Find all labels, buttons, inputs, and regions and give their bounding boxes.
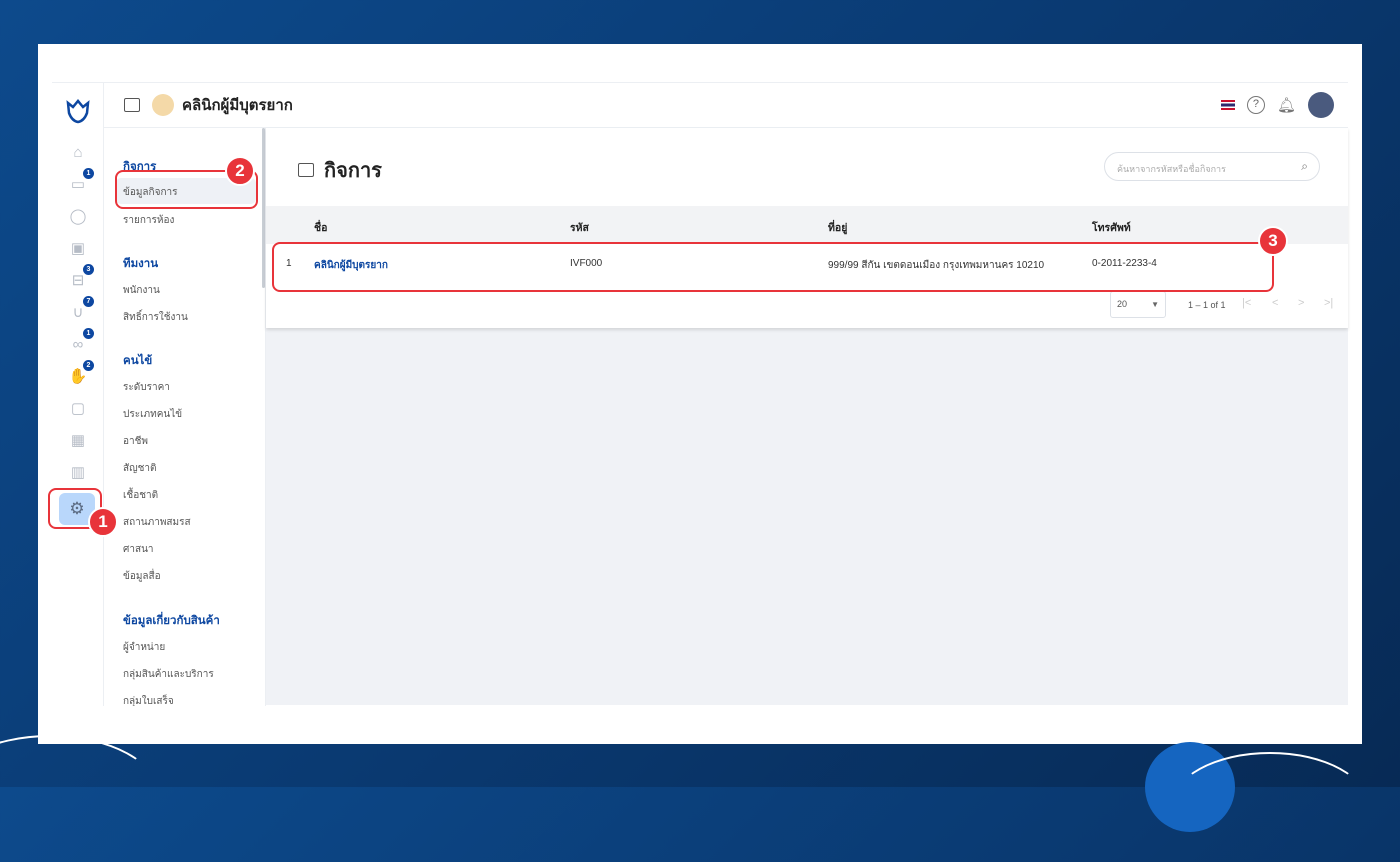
menu-item-rooms[interactable]: รายการห้อง [123, 213, 174, 228]
menu-section-title: ทีมงาน [123, 258, 159, 270]
thai-flag-icon[interactable] [1220, 100, 1235, 110]
box-icon[interactable]: ▢ [66, 397, 90, 421]
badge: 2 [83, 360, 94, 371]
page-size-value: 20 [1117, 299, 1128, 309]
callout-number: 3 [1258, 226, 1288, 256]
menu-item[interactable]: กลุ่มสินค้าและบริการ [123, 667, 214, 682]
badge: 1 [83, 168, 94, 179]
decorative-wave [1170, 752, 1370, 862]
menu-section-title: คนไข้ [123, 355, 153, 367]
home-icon[interactable]: ⌂ [66, 141, 90, 165]
calendar-icon[interactable]: ▭ 1 [66, 168, 94, 197]
lab-icon[interactable]: ∞ 1 [66, 328, 94, 357]
column-header: ที่อยู่ [828, 222, 848, 234]
pagination: 20 ▼ 1 – 1 of 1 |< < > >| [1088, 288, 1348, 318]
report-icon[interactable]: ▥ [66, 461, 90, 485]
chart-board-icon[interactable]: ▣ [66, 237, 90, 261]
search-icon[interactable]: ⌕ [1301, 159, 1308, 174]
caret-down-icon: ▼ [1151, 300, 1159, 309]
top-header: คลินิกผู้มีบุตรยาก ? 🔔︎ [104, 83, 1348, 128]
main-content: กิจการ ค้นหาจากรหัสหรือชื่อกิจการ ⌕ ชื่อ … [266, 128, 1348, 705]
prev-page-icon[interactable]: < [1272, 297, 1278, 309]
menu-section-title: ข้อมูลเกี่ยวกับสินค้า [123, 615, 220, 627]
icon-rail: ⌂ ▭ 1 ◯ ▣ ⊟ 3 ∪ 7 ∞ 1 ✋ 2 ▢ ▦ ▥ ⚙ [52, 83, 104, 706]
column-header: ชื่อ [314, 222, 328, 234]
menu-item[interactable]: กลุ่มใบเสร็จ [123, 694, 174, 706]
menu-item[interactable]: สถานภาพสมรส [123, 515, 191, 530]
user-icon[interactable]: ◯ [66, 205, 90, 229]
help-icon[interactable]: ? [1246, 96, 1265, 114]
column-header: รหัส [570, 222, 589, 234]
last-page-icon[interactable]: >| [1324, 297, 1333, 309]
callout-box-row [272, 242, 1274, 292]
grid-icon[interactable]: ▦ [66, 429, 90, 453]
decorative-wave [0, 735, 160, 855]
search-input[interactable]: ค้นหาจากรหัสหรือชื่อกิจการ ⌕ [1104, 152, 1320, 181]
menu-item[interactable]: ข้อมูลสื่อ [123, 569, 161, 584]
app-logo-icon [66, 99, 90, 124]
column-header: โทรศัพท์ [1092, 222, 1131, 234]
callout-number: 2 [225, 156, 255, 186]
callout-number: 1 [88, 507, 118, 537]
treatment-icon[interactable]: ⊟ 3 [66, 264, 94, 293]
menu-item[interactable]: เชื้อชาติ [123, 488, 158, 503]
bell-icon[interactable]: 🔔︎ [1277, 96, 1296, 114]
page-size-select[interactable]: 20 ▼ [1110, 291, 1166, 318]
menu-item[interactable]: อาชีพ [123, 434, 148, 449]
clinic-name: คลินิกผู้มีบุตรยาก [182, 97, 293, 114]
menu-item[interactable]: ศาสนา [123, 542, 154, 557]
menu-scrollbar[interactable] [262, 128, 265, 288]
menu-item[interactable]: ผู้จำหน่าย [123, 640, 165, 655]
menu-item[interactable]: สัญชาติ [123, 461, 157, 476]
first-page-icon[interactable]: |< [1242, 297, 1251, 309]
menu-item-staff[interactable]: พนักงาน [123, 283, 160, 298]
badge: 1 [83, 328, 94, 339]
page-title: กิจการ [324, 160, 382, 182]
menu-item-permissions[interactable]: สิทธิ์การใช้งาน [123, 310, 188, 325]
search-placeholder: ค้นหาจากรหัสหรือชื่อกิจการ [1117, 164, 1226, 174]
settings-menu: กิจการ ข้อมูลกิจการ รายการห้อง ทีมงาน พน… [104, 128, 266, 706]
business-card: กิจการ ค้นหาจากรหัสหรือชื่อกิจการ ⌕ ชื่อ … [266, 128, 1348, 328]
badge: 7 [83, 296, 94, 307]
menu-item[interactable]: ประเภทคนไข้ [123, 407, 182, 422]
payment-hand-icon[interactable]: ✋ 2 [66, 360, 94, 389]
table-header: ชื่อ รหัส ที่อยู่ โทรศัพท์ [266, 206, 1348, 244]
stethoscope-icon[interactable]: ∪ 7 [66, 296, 94, 325]
menu-item[interactable]: ระดับราคา [123, 380, 170, 395]
badge: 3 [83, 264, 94, 275]
page-range: 1 – 1 of 1 [1188, 300, 1226, 310]
panel-icon [298, 163, 314, 177]
next-page-icon[interactable]: > [1298, 297, 1304, 309]
user-avatar[interactable] [1308, 92, 1334, 118]
clinic-avatar [152, 94, 174, 116]
sidebar-toggle-icon[interactable] [124, 98, 140, 112]
